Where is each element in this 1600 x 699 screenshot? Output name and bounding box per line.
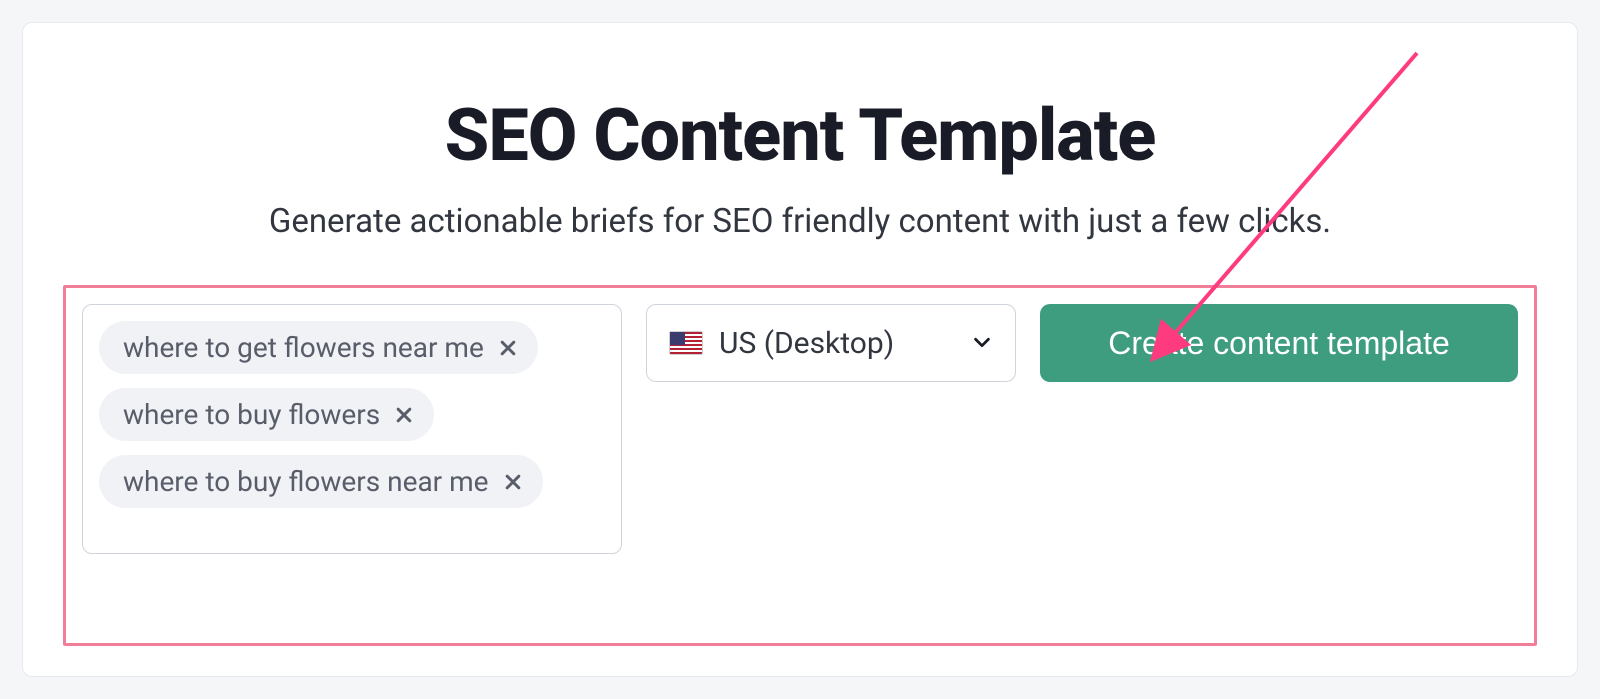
keyword-chip-label: where to buy flowers near me [123,465,489,498]
remove-keyword-icon[interactable] [394,405,414,425]
locale-select[interactable]: US (Desktop) [646,304,1016,382]
keyword-chip: where to get flowers near me [99,321,538,374]
content-card: SEO Content Template Generate actionable… [22,22,1578,677]
keyword-chip-label: where to buy flowers [123,398,380,431]
page-subtitle: Generate actionable briefs for SEO frien… [269,202,1331,241]
keywords-input[interactable]: where to get flowers near me where to bu… [82,304,622,554]
chevron-down-icon [971,326,993,361]
create-template-button[interactable]: Create content template [1040,304,1518,382]
remove-keyword-icon[interactable] [503,472,523,492]
keyword-chip-label: where to get flowers near me [123,331,484,364]
us-flag-icon [669,331,703,355]
locale-label: US (Desktop) [719,326,955,361]
form-highlight: where to get flowers near me where to bu… [63,285,1537,646]
keyword-chip: where to buy flowers near me [99,455,543,508]
page-title: SEO Content Template [445,93,1156,178]
remove-keyword-icon[interactable] [498,338,518,358]
keyword-chip: where to buy flowers [99,388,434,441]
